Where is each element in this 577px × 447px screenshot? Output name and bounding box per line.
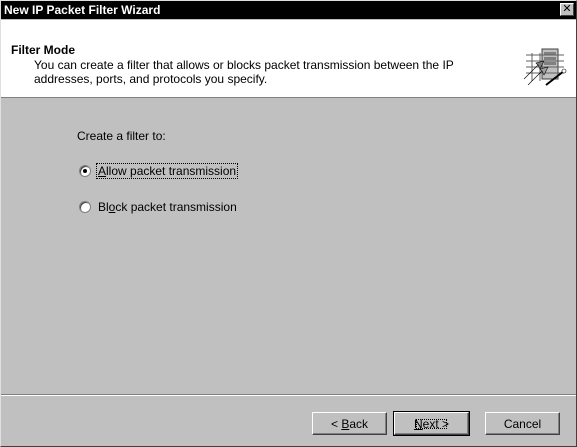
block-radio-label[interactable]: Block packet transmission [97,200,238,214]
title-bar[interactable]: New IP Packet Filter Wizard ✕ [1,1,576,19]
page-title: Filter Mode [11,43,76,57]
wizard-banner-icon [523,48,567,86]
block-transmission-option[interactable]: Block packet transmission [79,199,238,215]
allow-radio-label[interactable]: Allow packet transmission [95,163,239,179]
window-title: New IP Packet Filter Wizard [4,3,161,17]
wizard-window: New IP Packet Filter Wizard ✕ Filter Mod… [0,0,577,447]
block-radio-button[interactable] [79,201,91,213]
wizard-header: Filter Mode You can create a filter that… [1,20,576,98]
close-button[interactable]: ✕ [560,3,574,16]
cancel-button[interactable]: Cancel [485,412,560,435]
close-icon: ✕ [562,3,572,15]
page-description: You can create a filter that allows or b… [34,58,454,86]
wizard-body: Create a filter to: Allow packet transmi… [1,99,576,397]
footer-divider [1,394,576,396]
allow-radio-button[interactable] [79,165,91,177]
filter-prompt: Create a filter to: [77,129,166,143]
next-button[interactable]: Next > [393,411,470,436]
back-button[interactable]: < Back [312,412,387,435]
allow-transmission-option[interactable]: Allow packet transmission [79,163,239,179]
